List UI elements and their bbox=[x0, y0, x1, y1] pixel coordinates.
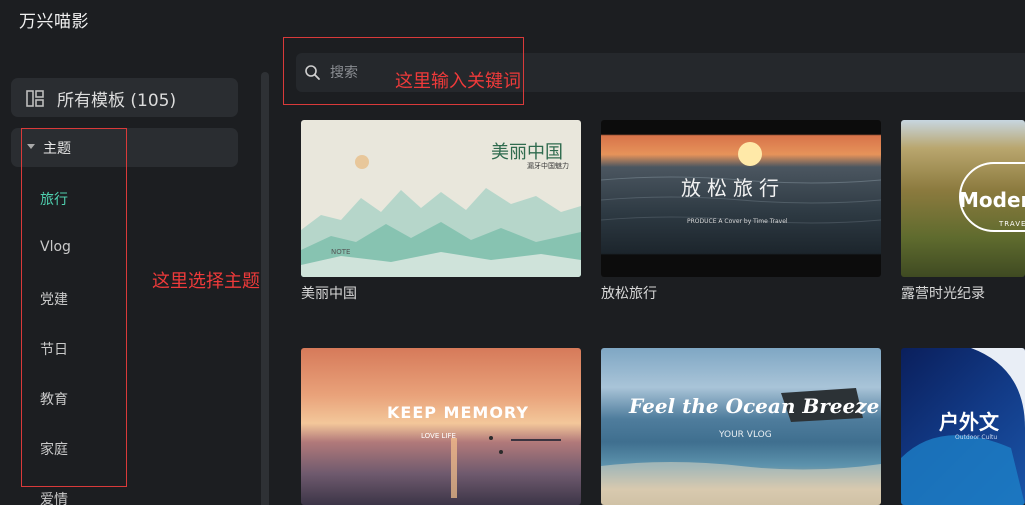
title-bar: 万兴喵影 bbox=[0, 0, 1025, 36]
sidebar-item-family[interactable]: 家庭 bbox=[40, 439, 68, 459]
thumbnail-heading: 户外文 bbox=[939, 410, 999, 434]
template-thumbnail: 户外文 Outdoor Cultu bbox=[901, 348, 1025, 505]
thumbnail-heading: Feel the Ocean Breeze bbox=[629, 394, 880, 418]
theme-section-label: 主题 bbox=[43, 141, 71, 157]
template-card[interactable]: KEEP MEMORY LOVE LIFE bbox=[301, 348, 581, 505]
thumbnail-heading: KEEP MEMORY bbox=[387, 403, 529, 422]
template-title: 露营时光纪录 bbox=[901, 286, 985, 301]
sunset-sea-illustration bbox=[451, 436, 561, 498]
search-icon bbox=[305, 65, 320, 80]
main-content: 美丽中国 漏牙中国魅力 NOTE 美丽中国 放松旅行 PRODUCE A Cov… bbox=[272, 36, 1025, 505]
sidebar-item-vlog[interactable]: Vlog bbox=[40, 239, 71, 255]
template-title: 放松旅行 bbox=[601, 286, 657, 302]
search-hint-annotation: 这里输入关键词 bbox=[395, 71, 521, 92]
app-title: 万兴喵影 bbox=[19, 12, 89, 32]
sidebar-item-education[interactable]: 教育 bbox=[40, 389, 68, 409]
template-card[interactable]: 户外文 Outdoor Cultu bbox=[901, 348, 1025, 505]
topic-hint-annotation: 这里选择主题 bbox=[152, 271, 260, 292]
template-thumbnail: 美丽中国 漏牙中国魅力 NOTE bbox=[301, 120, 581, 277]
theme-section-toggle[interactable]: 主题 bbox=[11, 128, 238, 167]
template-title: 美丽中国 bbox=[301, 286, 357, 302]
thumbnail-subtitle: LOVE LIFE bbox=[421, 432, 456, 440]
layout-grid-icon bbox=[26, 90, 44, 107]
app-window: 万兴喵影 所有模板 (105) 主题 旅行 Vlog 党建 节日 教育 家庭 爱… bbox=[0, 0, 1025, 505]
thumbnail-heading: 放松旅行 bbox=[681, 176, 785, 200]
thumbnail-subtitle: PRODUCE A Cover by Time Travel bbox=[687, 218, 788, 225]
sidebar-item-love[interactable]: 爱情 bbox=[40, 489, 68, 505]
thumbnail-subtitle: TRAVE bbox=[999, 220, 1025, 228]
template-card[interactable]: Feel the Ocean Breeze YOUR VLOG bbox=[601, 348, 881, 505]
sidebar-scrollbar[interactable] bbox=[261, 72, 269, 505]
template-card[interactable]: Moder TRAVE 露营时光纪录 bbox=[901, 120, 1025, 301]
all-templates-label: 所有模板 (105) bbox=[57, 91, 177, 111]
thumbnail-subtitle: YOUR VLOG bbox=[719, 430, 772, 440]
thumbnail-subtitle: 漏牙中国魅力 bbox=[527, 162, 569, 170]
caret-down-icon bbox=[27, 144, 35, 149]
ocean-illustration bbox=[601, 388, 881, 505]
thumbnail-heading: Moder bbox=[959, 188, 1025, 212]
template-thumbnail: Feel the Ocean Breeze YOUR VLOG bbox=[601, 348, 881, 505]
template-thumbnail: 放松旅行 PRODUCE A Cover by Time Travel bbox=[601, 120, 881, 277]
template-thumbnail: KEEP MEMORY LOVE LIFE bbox=[301, 348, 581, 505]
sidebar-item-travel[interactable]: 旅行 bbox=[40, 189, 68, 209]
template-thumbnail: Moder TRAVE bbox=[901, 120, 1025, 277]
thumbnail-badge: NOTE bbox=[331, 248, 351, 256]
thumbnail-subtitle: Outdoor Cultu bbox=[955, 434, 998, 441]
sidebar-item-party[interactable]: 党建 bbox=[40, 289, 68, 309]
all-templates-button[interactable]: 所有模板 (105) bbox=[11, 78, 238, 117]
template-card[interactable]: 美丽中国 漏牙中国魅力 NOTE 美丽中国 bbox=[301, 120, 581, 302]
template-card[interactable]: 放松旅行 PRODUCE A Cover by Time Travel 放松旅行 bbox=[601, 120, 881, 302]
sidebar-item-holiday[interactable]: 节日 bbox=[40, 339, 68, 359]
